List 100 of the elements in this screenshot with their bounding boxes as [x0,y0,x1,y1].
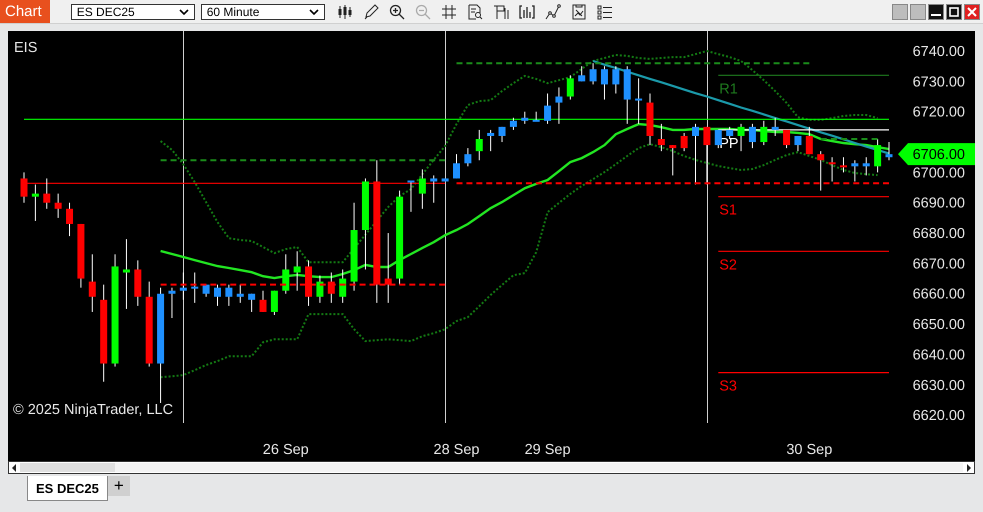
candlestick [646,93,654,146]
candlestick [783,129,790,149]
candlestick [578,66,586,82]
candlestick [248,293,256,312]
close-button[interactable] [964,4,980,20]
candlestick [134,260,142,306]
candlestick [544,93,552,124]
candlestick [851,160,858,182]
candlestick [464,148,472,167]
crosshair-icon[interactable] [440,4,457,20]
candlestick [794,135,802,152]
candlestick [862,156,870,176]
candlestick [430,174,438,204]
candlestick [225,284,232,306]
pivot-label: R1 [719,81,738,98]
pivot-label: S1 [719,202,738,219]
candlestick [476,129,483,161]
candlestick [510,117,517,130]
bar-chart-icon[interactable] [518,4,535,20]
line-graph-icon[interactable] [544,4,561,20]
candlestick [88,254,96,312]
candlestick [66,202,74,237]
scrollbar-thumb[interactable] [20,463,115,472]
candlestick [806,126,813,155]
minimize-button[interactable] [928,4,944,20]
candlestick [738,123,745,152]
candlestick [384,232,392,304]
candlestick [760,120,768,146]
blank-button[interactable] [892,4,908,20]
document-chart-icon[interactable] [570,4,587,20]
price-axis-label: 6720.00 [912,104,965,121]
candlestick [202,284,210,298]
price-axis-label: 6680.00 [912,226,965,242]
candlestick [817,150,824,192]
minimize-icon [931,14,941,16]
candlestick [658,123,665,152]
candlestick [840,156,847,173]
last-price-badge: 6706.00 [898,143,975,166]
candlestick [692,123,700,186]
candlestick [624,66,631,124]
candlestick [669,144,676,176]
candlestick [487,129,494,152]
pivot-label: S3 [719,378,738,395]
candlestick [521,111,528,124]
candlestick [122,238,130,310]
candlestick [453,154,460,179]
candlestick [590,62,597,85]
candlestick [43,178,50,210]
candlestick [886,142,892,161]
candlestick [20,172,28,204]
price-axis-label: 6690.00 [912,196,965,212]
price-axis-label: 6640.00 [912,347,965,364]
indicator-label: EIS [14,40,38,56]
instrument-dropdown[interactable]: ES DEC25 [70,4,195,20]
copyright-text: © 2025 NinjaTrader, LLC [13,402,174,418]
date-axis-label: 26 Sep [262,442,309,458]
add-tab-button[interactable]: + [108,476,130,496]
candlestick [305,260,312,306]
candlestick [316,275,324,304]
list-icon[interactable] [596,4,613,20]
candlestick [236,284,244,304]
chart-tab[interactable]: ES DEC25 [27,476,108,501]
pivot-label: S2 [719,257,738,274]
candlestick [339,268,346,304]
bracket-chart-icon[interactable] [492,4,509,20]
candlestick [600,66,608,100]
candlestick [54,193,62,218]
candlestick-icon[interactable] [336,4,353,20]
candlestick [328,272,335,304]
candlestick [294,250,301,292]
app-title: Chart [0,0,50,23]
candlestick [680,132,688,152]
price-axis-label: 6730.00 [912,74,965,90]
candlestick [635,78,642,124]
candlestick [703,126,710,186]
candlestick [612,66,620,94]
caret-icon [308,8,319,14]
candlestick [714,129,722,149]
candlestick [874,138,882,173]
candlestick [748,123,756,149]
caret-icon [178,8,189,14]
candlestick [726,126,734,140]
maximize-button[interactable] [946,4,962,20]
candlestick [555,86,562,124]
zoom-in-icon[interactable] [388,4,405,20]
document-search-icon[interactable] [466,4,483,20]
price-axis-label: 6620.00 [912,408,965,424]
candlestick [828,156,836,182]
right-arrow-icon[interactable] [966,464,972,472]
left-arrow-icon[interactable] [11,464,17,472]
price-axis-label: 6670.00 [912,256,965,272]
horizontal-scrollbar[interactable] [8,461,975,474]
pencil-icon[interactable] [362,4,379,20]
price-axis-label: 6700.00 [912,165,965,182]
candlestick [260,290,267,312]
interval-dropdown[interactable]: 60 Minute [200,4,325,20]
date-axis-label: 29 Sep [524,442,571,458]
candlestick [772,117,779,136]
candlestick [32,184,39,222]
candlestick [532,111,540,122]
